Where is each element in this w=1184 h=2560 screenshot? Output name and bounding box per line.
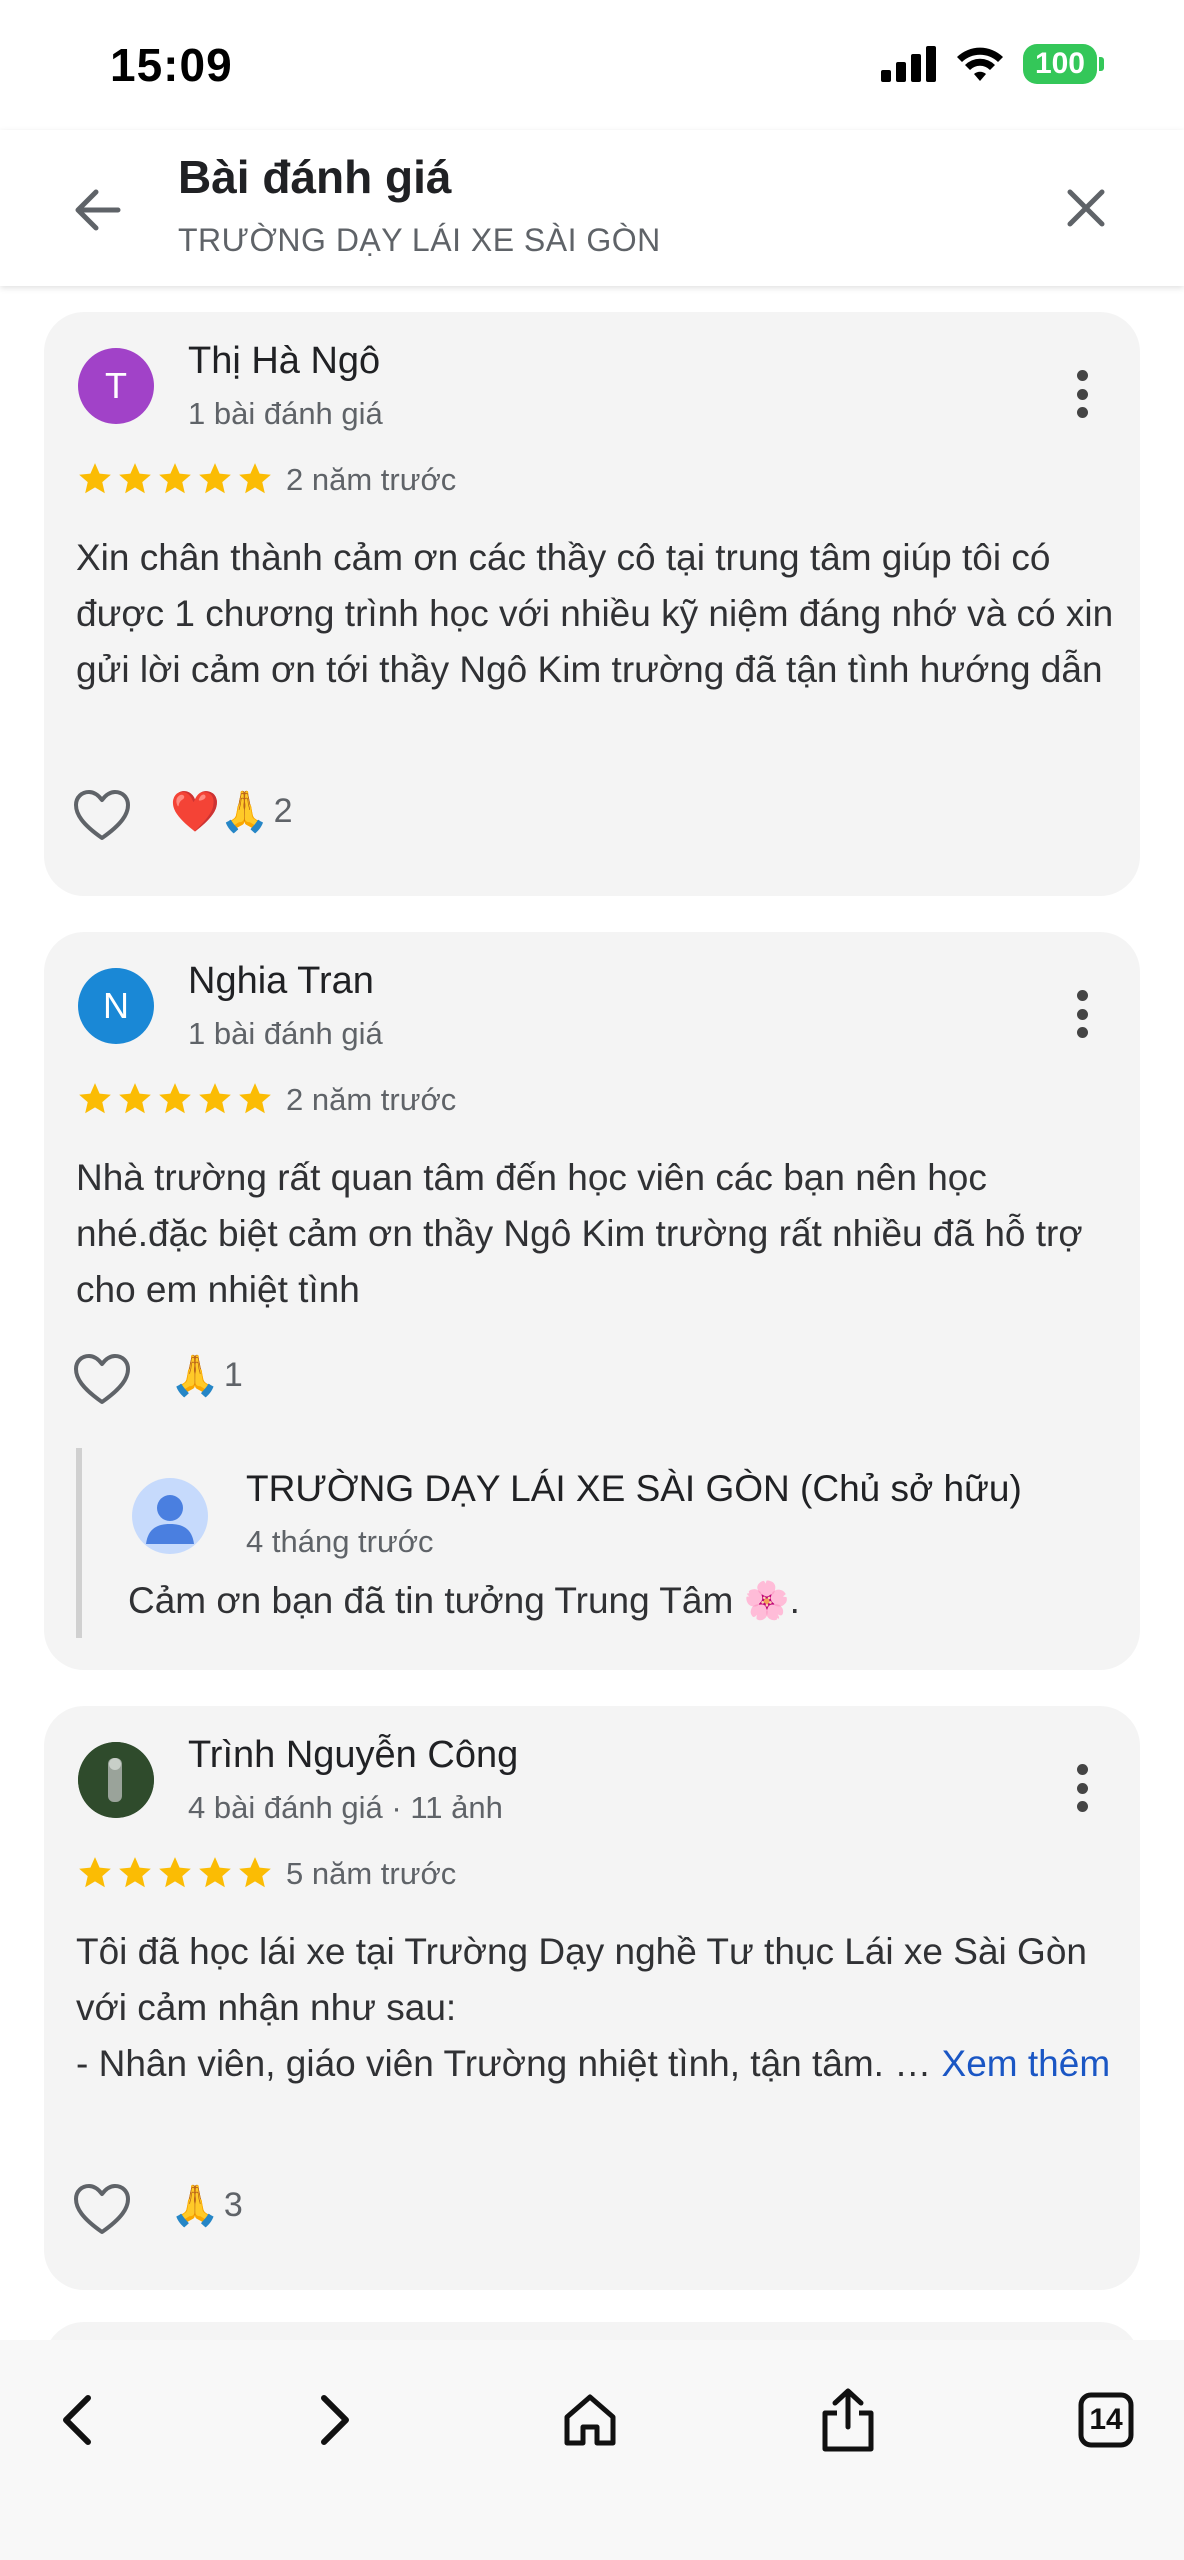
star-icon (239, 1083, 271, 1114)
review-card: Trình Nguyễn Công 4 bài đánh giá · 11 ản… (44, 1706, 1140, 2290)
reactions[interactable]: 🙏 3 (170, 2182, 243, 2229)
reaction-emojis: ❤️🙏 (170, 789, 270, 835)
avatar[interactable]: N (78, 968, 154, 1044)
star-icon (239, 463, 271, 494)
heart-icon[interactable] (72, 2182, 132, 2238)
person-icon (146, 1495, 194, 1544)
avatar[interactable] (78, 1742, 154, 1818)
heart-icon[interactable] (72, 788, 132, 844)
signal-icon (880, 46, 936, 82)
share-icon (822, 2388, 874, 2452)
star-rating (76, 1080, 274, 1118)
review-text: Nhà trường rất quan tâm đến học viên các… (76, 1157, 1083, 1310)
profile-photo-icon (78, 1742, 154, 1818)
reviewer-name[interactable]: Thị Hà Ngô (188, 340, 380, 383)
tabs-button[interactable]: 14 (1066, 2380, 1146, 2460)
status-time: 15:09 (110, 39, 233, 91)
review-card: N Nghia Tran 1 bài đánh giá 2 năm trước … (44, 932, 1140, 1670)
star-icon (79, 1857, 111, 1888)
review-age: 5 năm trước (286, 1856, 457, 1891)
page-title: Bài đánh giá (178, 151, 452, 203)
heart-icon[interactable] (72, 1352, 132, 1408)
more-options-button[interactable] (1072, 364, 1092, 424)
reactions[interactable]: 🙏 1 (170, 1352, 243, 1399)
place-name: TRƯỜNG DẠY LÁI XE SÀI GÒN (178, 222, 661, 258)
reaction-count: 1 (223, 1356, 243, 1394)
reactions[interactable]: ❤️🙏 2 (170, 788, 293, 835)
browser-forward-button[interactable] (294, 2380, 374, 2460)
reviewer-meta: 1 bài đánh giá (188, 396, 383, 431)
star-icon (79, 463, 111, 494)
reaction-count: 3 (223, 2186, 243, 2224)
chevron-right-icon (321, 2395, 349, 2445)
home-icon (564, 2394, 616, 2446)
more-options-button[interactable] (1072, 1758, 1092, 1818)
reviews-screen: 15:09 100 Bài đánh giá TRƯỜNG DẠY LÁI XE… (0, 0, 1184, 2560)
battery-icon: 100 (1022, 44, 1104, 84)
home-button[interactable] (550, 2380, 630, 2460)
arrow-left-icon (75, 189, 121, 231)
review-text: Xin chân thành cảm ơn các thầy cô tại tr… (76, 537, 1114, 690)
browser-back-button[interactable] (38, 2380, 118, 2460)
star-icon (119, 463, 151, 494)
tabs-count: 14 (1089, 2403, 1123, 2436)
header: Bài đánh giá TRƯỜNG DẠY LÁI XE SÀI GÒN (0, 130, 1184, 286)
star-icon (119, 1083, 151, 1114)
reaction-emojis: 🙏 (170, 2183, 220, 2229)
star-icon (79, 1083, 111, 1114)
star-icon (159, 1857, 191, 1888)
browser-toolbar: 14 (0, 2340, 1184, 2560)
review-card: T Thị Hà Ngô 1 bài đánh giá 2 năm trước … (44, 312, 1140, 896)
star-icon (119, 1857, 151, 1888)
review-age: 2 năm trước (286, 462, 457, 497)
chevron-left-icon (63, 2395, 91, 2445)
star-icon (199, 1083, 231, 1114)
see-more-link[interactable]: Xem thêm (942, 2043, 1111, 2084)
reviewer-name[interactable]: Trình Nguyễn Công (188, 1734, 518, 1777)
reaction-emojis: 🙏 (170, 1353, 220, 1399)
owner-name: TRƯỜNG DẠY LÁI XE SÀI GÒN (Chủ sở hữu) (246, 1468, 1022, 1509)
star-icon (239, 1857, 271, 1888)
share-button[interactable] (808, 2380, 888, 2460)
reviewer-meta: 1 bài đánh giá (188, 1016, 383, 1051)
wifi-icon (956, 47, 1003, 81)
star-icon (199, 463, 231, 494)
status-bar: 15:09 100 (0, 0, 1184, 130)
back-button[interactable] (68, 180, 128, 240)
reviewer-meta: 4 bài đánh giá · 11 ảnh (188, 1790, 503, 1825)
more-options-button[interactable] (1072, 984, 1092, 1044)
star-icon (159, 1083, 191, 1114)
star-rating (76, 1854, 274, 1892)
close-icon (1067, 189, 1105, 227)
reaction-count: 2 (273, 792, 293, 830)
owner-reply: TRƯỜNG DẠY LÁI XE SÀI GÒN (Chủ sở hữu) 4… (76, 1448, 1116, 1638)
owner-reply-text: Cảm ơn bạn đã tin tưởng Trung Tâm 🌸. (128, 1580, 800, 1621)
status-icons: 100 (880, 44, 1104, 84)
reviewer-name[interactable]: Nghia Tran (188, 960, 374, 1003)
star-icon (199, 1857, 231, 1888)
star-rating (76, 460, 274, 498)
close-button[interactable] (1058, 180, 1114, 236)
battery-level: 100 (1022, 44, 1097, 84)
owner-avatar (132, 1478, 208, 1554)
avatar[interactable]: T (78, 348, 154, 424)
review-text-line: - Nhân viên, giáo viên Trường nhiệt tình… (76, 2043, 1111, 2084)
review-text-line: Tôi đã học lái xe tại Trường Dạy nghề Tư… (76, 1931, 1087, 2028)
star-icon (159, 463, 191, 494)
review-text: Tôi đã học lái xe tại Trường Dạy nghề Tư… (76, 1924, 1116, 2092)
owner-reply-age: 4 tháng trước (246, 1524, 434, 1559)
review-age: 2 năm trước (286, 1082, 457, 1117)
